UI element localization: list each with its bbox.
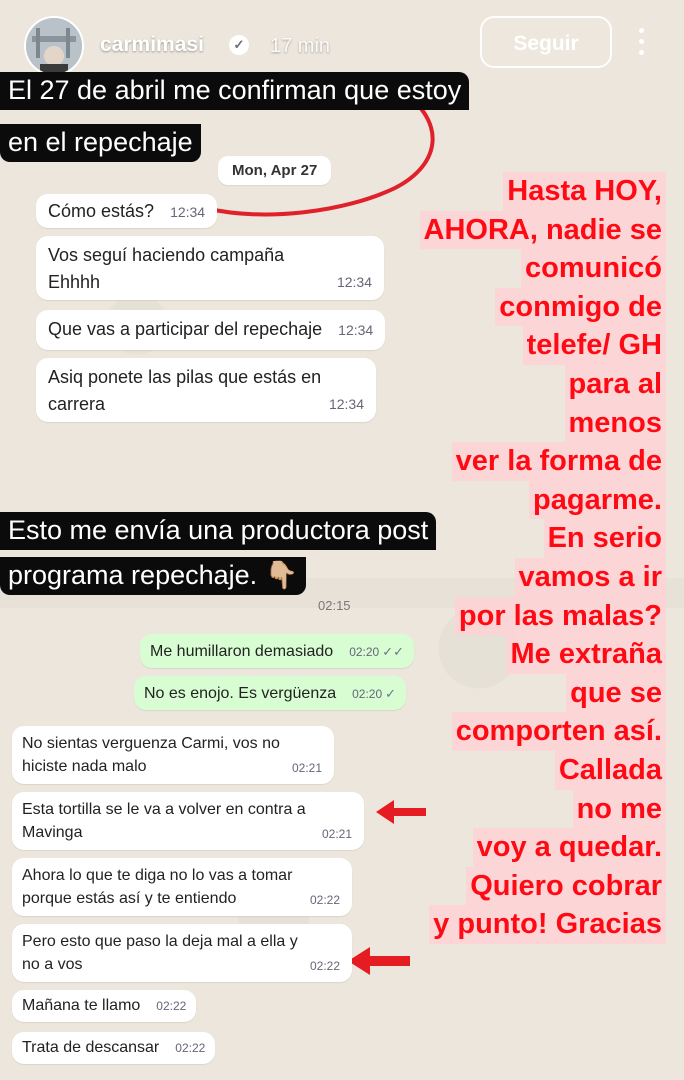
message-time: 02:21 (321, 827, 352, 841)
message-text: no a vos (22, 956, 83, 973)
message-bubble: Trata de descansar 02:22 (12, 1032, 216, 1064)
message-text: Ehhhh (48, 272, 101, 292)
overlay-line: por las malas? (454, 596, 666, 636)
message-time: 02:22 (175, 1041, 206, 1055)
overlay-line: y punto! Gracias (429, 905, 666, 944)
message-time: 12:34 (170, 204, 206, 220)
caption-line: programa repechaje. 👇🏼 (0, 557, 307, 595)
message-bubble: Mañana te llamo 02:22 (12, 990, 197, 1022)
overlay-line: menos (564, 403, 666, 443)
message-time: 02:22 (309, 959, 340, 973)
message-text: Asiq ponete las pilas que estás en (48, 367, 322, 387)
message-time: 02:22 (156, 999, 187, 1013)
overlay-line: comporten así. (451, 712, 666, 751)
message-bubble: Que vas a participar del repechaje 12:34 (36, 310, 386, 350)
avatar[interactable] (24, 16, 84, 76)
message-text: Pero esto que paso la deja mal a ella y (22, 933, 298, 950)
message-bubble: Cómo estás? 12:34 (36, 194, 218, 228)
overlay-line: En serio (543, 519, 666, 558)
message-bubble: Asiq ponete las pilas que estás en carre… (36, 358, 376, 422)
overlay-line: Callada (554, 750, 666, 790)
message-text: Trata de descansar (22, 1039, 160, 1056)
message-text: carrera (48, 394, 106, 414)
message-bubble: Pero esto que paso la deja mal a ella y … (12, 924, 352, 982)
message-text: Me humillaron demasiado (150, 643, 334, 660)
overlay-line: no me (572, 789, 666, 829)
follow-button[interactable]: Seguir (480, 16, 612, 68)
message-text: hiciste nada malo (22, 758, 147, 775)
overlay-line: Hasta HOY, (503, 172, 666, 211)
message-text: No es enojo. Es vergüenza (144, 685, 337, 702)
message-text: porque estás así y te entiendo (22, 890, 237, 907)
message-time: 12:34 (328, 396, 364, 412)
message-bubble: Ahora lo que te diga no lo vas a tomar p… (12, 858, 352, 916)
message-text: Vos seguí haciendo campaña (48, 245, 285, 265)
overlay-line: conmigo de (495, 287, 666, 327)
overlay-line: Me extraña (506, 635, 666, 674)
cut-message-time: 02:15 (318, 598, 351, 613)
overlay-line: voy a quedar. (472, 828, 666, 867)
message-text: No sientas verguenza Carmi, vos no (22, 735, 280, 752)
message-text: Cómo estás? (48, 201, 155, 221)
post-time: 17 min (270, 35, 331, 57)
message-time: 02:22 (309, 893, 340, 907)
story-text-overlay: Hasta HOY, AHORA, nadie se comunicó conm… (366, 172, 666, 944)
date-separator: Mon, Apr 27 (218, 156, 332, 185)
overlay-line: Quiero cobrar (466, 866, 666, 906)
overlay-line: para al (564, 364, 666, 404)
caption-line: El 27 de abril me confirman que estoy (0, 72, 470, 110)
message-bubble: Vos seguí haciendo campaña Ehhhh 12:34 (36, 236, 384, 300)
more-vertical-icon[interactable] (634, 28, 648, 62)
message-text: Esta tortilla se le va a volver en contr… (22, 801, 306, 818)
message-text: Mañana te llamo (22, 997, 141, 1014)
overlay-line: ver la forma de (451, 442, 666, 481)
message-bubble: No sientas verguenza Carmi, vos no hicis… (12, 726, 334, 784)
message-time: 02:21 (291, 761, 322, 775)
overlay-line: pagarme. (529, 480, 666, 520)
overlay-line: telefe/ GH (522, 326, 666, 365)
message-bubble: Esta tortilla se le va a volver en contr… (12, 792, 364, 850)
message-text: Que vas a participar del repechaje (48, 319, 323, 339)
caption-line: en el repechaje (0, 124, 201, 162)
overlay-line: que se (566, 673, 666, 713)
verified-badge-icon: ✓ (229, 35, 249, 55)
message-text: Mavinga (22, 824, 83, 841)
username[interactable]: carmimasi (100, 33, 204, 57)
overlay-line: vamos a ir (514, 557, 666, 597)
message-text: Ahora lo que te diga no lo vas a tomar (22, 867, 293, 884)
overlay-line: AHORA, nadie se (419, 210, 666, 250)
overlay-line: comunicó (521, 249, 666, 288)
red-arrow-2 (348, 947, 410, 975)
